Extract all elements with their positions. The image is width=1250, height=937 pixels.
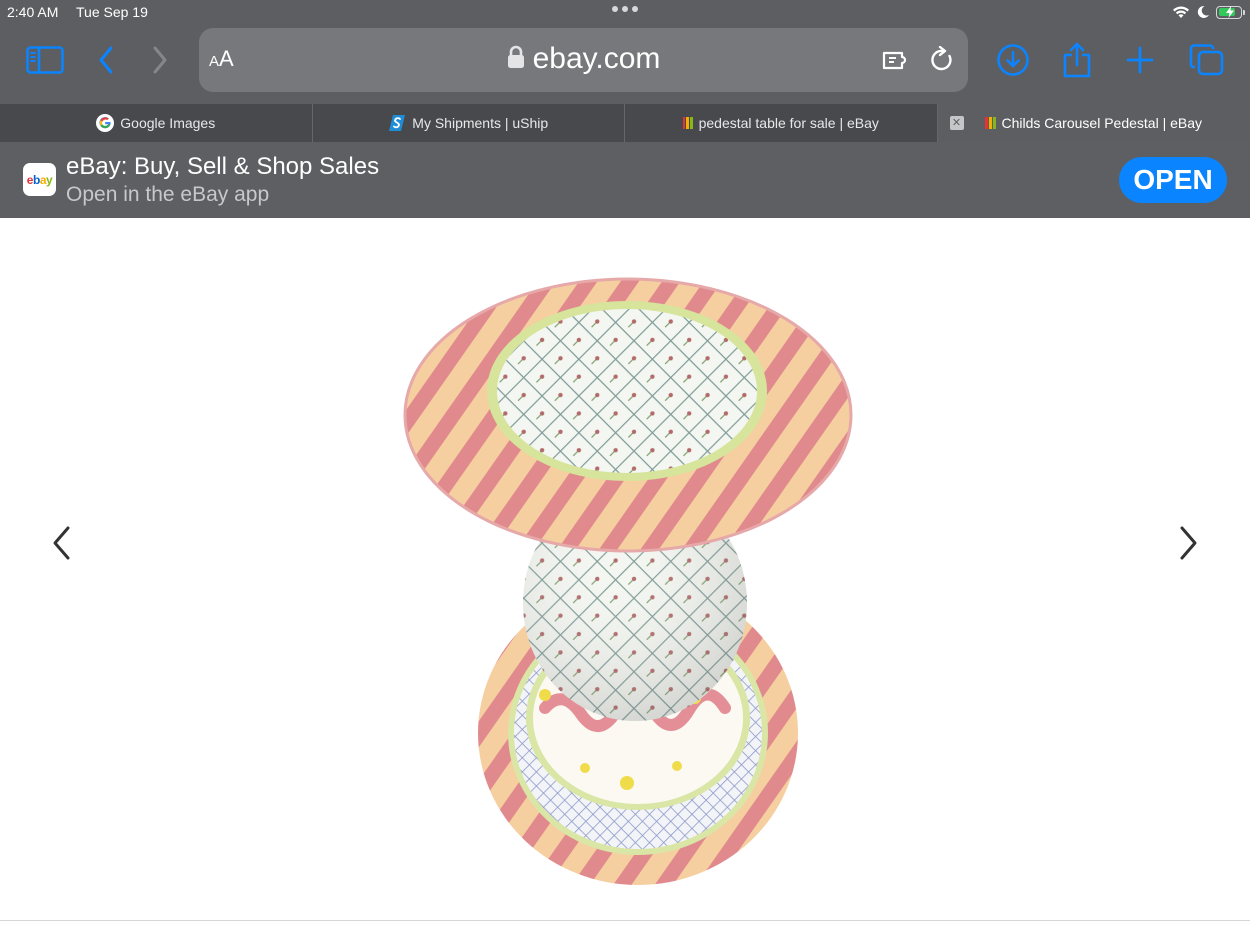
tab-my-shipments[interactable]: My Shipments | uShip — [313, 104, 625, 142]
wifi-icon — [1173, 6, 1189, 18]
google-icon — [96, 114, 115, 132]
back-button[interactable] — [86, 40, 126, 80]
chevron-right-icon — [1180, 526, 1197, 560]
tab-bar: Google Images My Shipments | uShip pedes… — [0, 104, 1250, 142]
sidebar-icon — [26, 46, 64, 74]
reader-extensions-button[interactable] — [882, 44, 914, 76]
forward-button[interactable] — [140, 40, 180, 80]
section-divider — [0, 920, 1250, 921]
new-tab-button[interactable] — [1120, 40, 1160, 80]
product-photo — [403, 277, 853, 885]
status-date: Tue Sep 19 — [76, 4, 148, 20]
multitasking-dots[interactable] — [612, 6, 638, 14]
share-button[interactable] — [1057, 40, 1097, 80]
tab-google-images[interactable]: Google Images — [0, 104, 313, 142]
chevron-left-icon — [99, 46, 113, 74]
uship-icon — [389, 115, 406, 131]
address-bar[interactable]: AA ebay.com — [199, 28, 968, 92]
status-bar: 2:40 AM Tue Sep 19 — [0, 0, 1250, 24]
plus-icon — [1126, 46, 1154, 74]
tab-overview-button[interactable] — [1187, 40, 1227, 80]
open-app-button[interactable]: OPEN — [1119, 157, 1227, 203]
image-gallery[interactable] — [0, 218, 1250, 920]
ebay-favicon — [682, 117, 693, 129]
puzzle-icon — [882, 51, 907, 70]
chevron-left-icon — [53, 526, 70, 560]
status-icons — [1172, 3, 1245, 21]
status-time: 2:40 AM — [7, 4, 59, 20]
previous-image-button[interactable] — [41, 523, 81, 563]
close-icon[interactable]: ✕ — [949, 116, 964, 130]
sidebar-toggle-button[interactable] — [25, 40, 65, 80]
ebay-favicon — [985, 117, 996, 129]
next-image-button[interactable] — [1169, 523, 1209, 563]
download-icon — [997, 44, 1029, 76]
battery-icon — [1216, 5, 1245, 19]
reload-button[interactable] — [926, 44, 958, 76]
tabs-icon — [1189, 44, 1224, 76]
browser-chrome: 2:40 AM Tue Sep 19 A A ebay.com — [0, 0, 1250, 104]
moon-icon — [1197, 5, 1209, 18]
url-display[interactable]: ebay.com — [199, 42, 968, 76]
charging-bolt-icon — [1225, 6, 1234, 18]
lock-icon — [507, 45, 524, 69]
downloads-button[interactable] — [993, 40, 1033, 80]
share-icon — [1063, 42, 1091, 78]
tab-pedestal-table[interactable]: pedestal table for sale | eBay — [625, 104, 938, 142]
tab-childs-carousel-pedestal[interactable]: ✕ Childs Carousel Pedestal | eBay — [937, 104, 1250, 142]
reload-icon — [931, 46, 952, 71]
app-banner-subtitle: Open in the eBay app — [66, 183, 270, 206]
chevron-right-icon — [153, 46, 167, 74]
ebay-app-icon: ebay — [23, 163, 56, 196]
url-domain: ebay.com — [532, 42, 661, 75]
app-banner-title: eBay: Buy, Sell & Shop Sales — [66, 153, 380, 180]
